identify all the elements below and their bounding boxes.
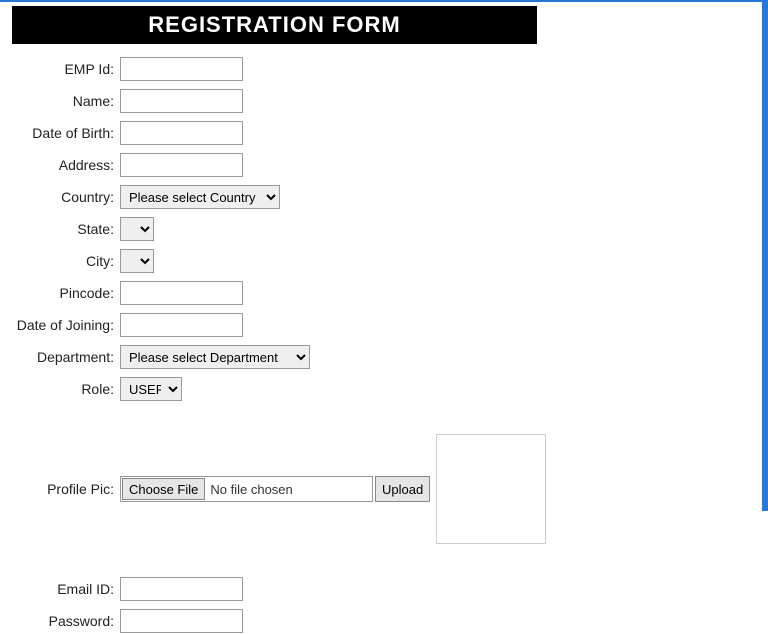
label-pincode: Pincode: [0, 285, 120, 301]
row-password: Password: [0, 608, 762, 634]
input-email-id[interactable] [120, 577, 243, 601]
row-city: City: [0, 248, 762, 274]
input-emp-id[interactable] [120, 57, 243, 81]
row-department: Department: Please select Department [0, 344, 762, 370]
input-pincode[interactable] [120, 281, 243, 305]
input-dob[interactable] [120, 121, 243, 145]
label-city: City: [0, 253, 120, 269]
file-status-text: No file chosen [206, 482, 292, 497]
label-department: Department: [0, 349, 120, 365]
row-address: Address: [0, 152, 762, 178]
label-dob: Date of Birth: [0, 125, 120, 141]
upload-button[interactable]: Upload [375, 476, 430, 502]
select-country[interactable]: Please select Country [120, 185, 280, 209]
label-doj: Date of Joining: [0, 317, 120, 333]
select-role[interactable]: USER [120, 377, 182, 401]
select-department[interactable]: Please select Department [120, 345, 310, 369]
row-state: State: [0, 216, 762, 242]
form-header: REGISTRATION FORM [12, 6, 537, 44]
row-profile-pic: Profile Pic: Choose File No file chosen … [0, 434, 762, 544]
label-name: Name: [0, 93, 120, 109]
label-country: Country: [0, 189, 120, 205]
image-preview-box [436, 434, 546, 544]
row-pincode: Pincode: [0, 280, 762, 306]
choose-file-button[interactable]: Choose File [122, 478, 205, 500]
row-doj: Date of Joining: [0, 312, 762, 338]
select-state[interactable] [120, 217, 154, 241]
row-role: Role: USER [0, 376, 762, 402]
file-input-wrapper[interactable]: Choose File No file chosen [120, 476, 373, 502]
label-address: Address: [0, 157, 120, 173]
registration-form: EMP Id: Name: Date of Birth: Address: Co… [0, 56, 762, 634]
input-address[interactable] [120, 153, 243, 177]
label-email-id: Email ID: [0, 581, 120, 597]
label-password: Password: [0, 613, 120, 629]
input-name[interactable] [120, 89, 243, 113]
row-emp-id: EMP Id: [0, 56, 762, 82]
label-role: Role: [0, 381, 120, 397]
row-name: Name: [0, 88, 762, 114]
row-email-id: Email ID: [0, 576, 762, 602]
label-state: State: [0, 221, 120, 237]
input-password[interactable] [120, 609, 243, 633]
input-doj[interactable] [120, 313, 243, 337]
label-profile-pic: Profile Pic: [0, 481, 120, 497]
label-emp-id: EMP Id: [0, 61, 120, 77]
row-country: Country: Please select Country [0, 184, 762, 210]
row-dob: Date of Birth: [0, 120, 762, 146]
select-city[interactable] [120, 249, 154, 273]
